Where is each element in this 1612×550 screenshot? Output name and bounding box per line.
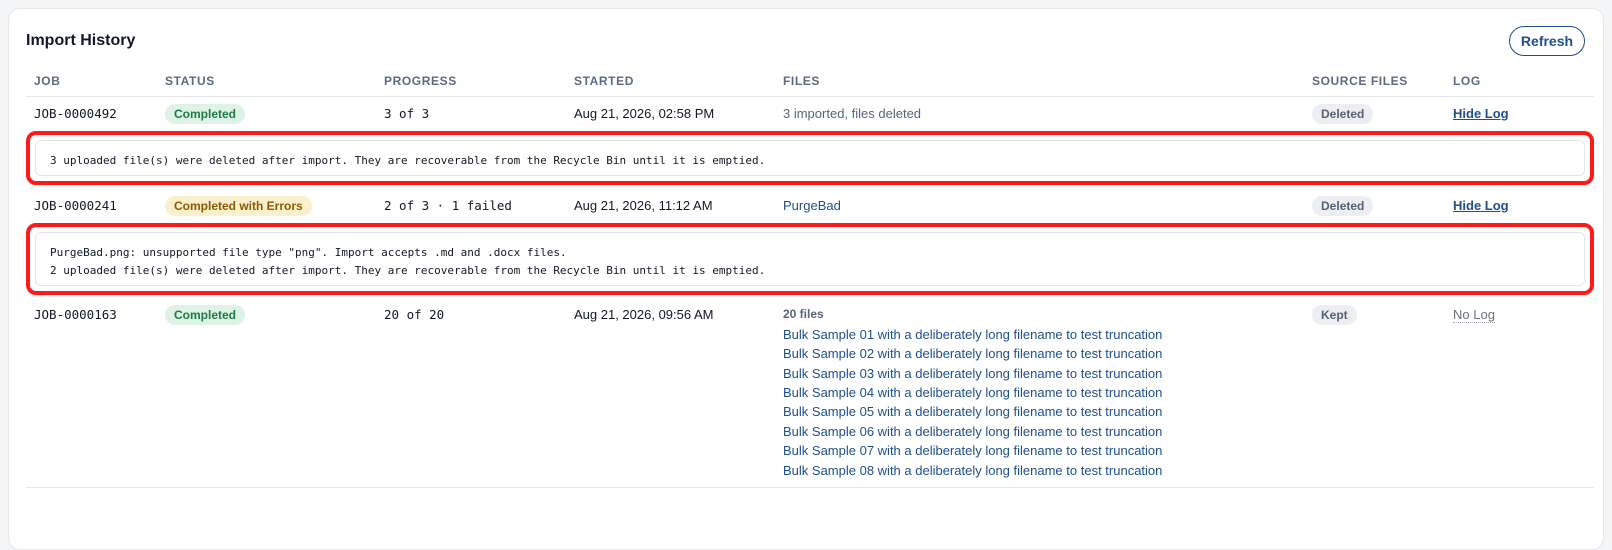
file-link[interactable]: Bulk Sample 02 with a deliberately long … bbox=[783, 346, 1162, 361]
table-row: JOB-0000163 Completed 20 of 20 Aug 21, 2… bbox=[26, 305, 1594, 487]
log-highlight: PurgeBad.png: unsupported file type "png… bbox=[26, 223, 1594, 295]
source-files-badge: Deleted bbox=[1312, 196, 1374, 216]
file-link[interactable]: Bulk Sample 05 with a deliberately long … bbox=[783, 404, 1162, 419]
file-link[interactable]: Bulk Sample 08 with a deliberately long … bbox=[783, 463, 1162, 478]
job-id: JOB-0000492 bbox=[34, 106, 117, 121]
log-line: 2 uploaded file(s) were deleted after im… bbox=[50, 264, 766, 277]
import-history-panel: Import History Refresh JOB STATUS PROGRE… bbox=[8, 8, 1604, 550]
started-time: Aug 21, 2026, 09:56 AM bbox=[574, 307, 714, 322]
hide-log-link[interactable]: Hide Log bbox=[1453, 106, 1509, 121]
table-header: JOB STATUS PROGRESS STARTED FILES SOURCE… bbox=[26, 69, 1594, 97]
log-highlight: 3 uploaded file(s) were deleted after im… bbox=[26, 131, 1594, 185]
column-header-log: LOG bbox=[1453, 74, 1481, 88]
file-link[interactable]: Bulk Sample 06 with a deliberately long … bbox=[783, 424, 1162, 439]
file-link[interactable]: Bulk Sample 01 with a deliberately long … bbox=[783, 327, 1162, 342]
hide-log-link[interactable]: Hide Log bbox=[1453, 198, 1509, 213]
column-header-files: FILES bbox=[783, 74, 821, 88]
log-panel: PurgeBad.png: unsupported file type "png… bbox=[35, 232, 1585, 286]
file-link[interactable]: PurgeBad bbox=[783, 198, 841, 213]
log-panel: 3 uploaded file(s) were deleted after im… bbox=[35, 140, 1585, 176]
source-files-badge: Kept bbox=[1312, 305, 1357, 325]
log-line: 3 uploaded file(s) were deleted after im… bbox=[50, 154, 766, 167]
file-link[interactable]: Bulk Sample 07 with a deliberately long … bbox=[783, 443, 1162, 458]
status-badge: Completed with Errors bbox=[165, 196, 312, 216]
started-time: Aug 21, 2026, 02:58 PM bbox=[574, 106, 715, 121]
file-link[interactable]: Bulk Sample 04 with a deliberately long … bbox=[783, 385, 1162, 400]
progress-value: 3 of 3 bbox=[384, 106, 430, 121]
started-time: Aug 21, 2026, 11:12 AM bbox=[574, 198, 713, 213]
column-header-job: JOB bbox=[34, 74, 61, 88]
status-badge: Completed bbox=[165, 104, 246, 124]
column-header-status: STATUS bbox=[165, 74, 215, 88]
job-id: JOB-0000241 bbox=[34, 198, 117, 213]
column-header-progress: PROGRESS bbox=[384, 74, 457, 88]
column-header-started: STARTED bbox=[574, 74, 634, 88]
progress-value: 20 of 20 bbox=[384, 307, 445, 322]
no-log-text: No Log bbox=[1453, 307, 1495, 323]
column-header-source-files: SOURCE FILES bbox=[1312, 74, 1408, 88]
progress-value: 2 of 3 · 1 failed bbox=[384, 198, 512, 213]
files-summary: 3 imported, files deleted bbox=[783, 106, 922, 121]
log-line: PurgeBad.png: unsupported file type "png… bbox=[50, 246, 567, 259]
files-count: 20 files bbox=[783, 307, 824, 321]
source-files-badge: Deleted bbox=[1312, 104, 1374, 124]
status-badge: Completed bbox=[165, 305, 246, 325]
job-id: JOB-0000163 bbox=[34, 307, 117, 322]
row-divider bbox=[26, 487, 1594, 488]
file-link[interactable]: Bulk Sample 03 with a deliberately long … bbox=[783, 366, 1162, 381]
panel-title: Import History bbox=[26, 32, 136, 49]
refresh-button[interactable]: Refresh bbox=[1509, 26, 1585, 56]
